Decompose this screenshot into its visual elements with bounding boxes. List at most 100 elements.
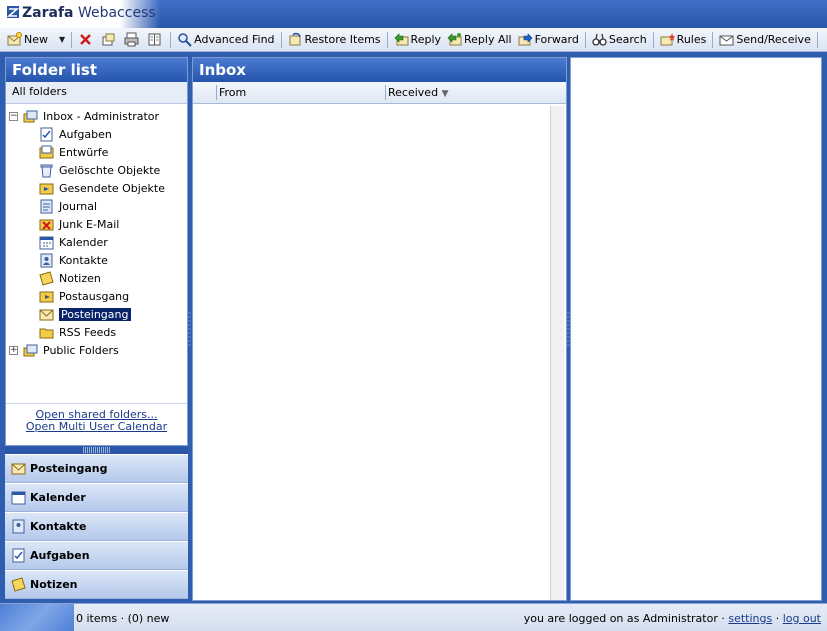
collapse-icon[interactable]: − — [9, 111, 18, 121]
send-receive-label: Send/Receive — [736, 33, 811, 46]
expand-icon[interactable]: + — [9, 345, 18, 355]
reply-all-icon — [447, 33, 462, 46]
toolbar-divider — [386, 31, 388, 48]
tasks-icon — [40, 127, 53, 141]
restore-icon — [289, 32, 301, 46]
folder-label: Notizen — [59, 271, 101, 285]
shortcut-label: Kontakte — [30, 520, 87, 533]
folder-item-gesendete[interactable]: Gesendete Objekte — [6, 179, 187, 197]
tasks-icon — [12, 548, 25, 563]
folder-label: Gesendete Objekte — [59, 181, 166, 195]
shortcut-notizen[interactable]: Notizen — [5, 570, 188, 599]
folder-label: RSS Feeds — [59, 325, 117, 339]
column-from[interactable]: From — [219, 86, 246, 99]
folder-icon — [39, 328, 54, 338]
folder-item-postausgang[interactable]: Postausgang — [6, 287, 187, 305]
advanced-find-button[interactable]: Advanced Find — [174, 30, 277, 50]
address-book-button[interactable] — [144, 30, 167, 50]
resize-grip-handle[interactable]: |||||||||||||| — [5, 447, 188, 454]
inbox-panel: Inbox From Received ▼ — [192, 57, 567, 601]
status-decoration — [0, 604, 74, 631]
logo-area: Zarafa Webaccess — [0, 0, 160, 28]
folder-item-entwuerfe[interactable]: Entwürfe — [6, 143, 187, 161]
folder-label: Public Folders — [43, 343, 119, 357]
print-button[interactable] — [121, 30, 144, 50]
public-folders-icon — [23, 344, 38, 356]
printer-icon — [124, 32, 139, 47]
folder-item-notizen[interactable]: Notizen — [6, 269, 187, 287]
forward-button[interactable]: Forward — [515, 30, 582, 50]
message-list-scrollbar[interactable] — [550, 106, 564, 600]
reply-button[interactable]: Reply — [391, 30, 444, 50]
toolbar-divider — [712, 31, 714, 48]
folder-item-geloeschte[interactable]: Gelöschte Objekte — [6, 161, 187, 179]
open-multi-user-calendar-link[interactable]: Open Multi User Calendar — [6, 421, 187, 433]
message-list-header: From Received ▼ — [193, 82, 566, 104]
folder-label: Junk E-Mail — [59, 217, 120, 231]
shortcut-kontakte[interactable]: Kontakte — [5, 512, 188, 541]
logo-brand: Zarafa — [22, 5, 74, 21]
column-received[interactable]: Received ▼ — [388, 86, 448, 99]
calendar-icon — [11, 491, 26, 505]
reply-all-button[interactable]: Reply All — [444, 30, 515, 50]
folder-item-kontakte[interactable]: Kontakte — [6, 251, 187, 269]
sent-items-icon — [39, 183, 54, 194]
new-dropdown-button[interactable]: ▼ — [51, 30, 68, 50]
folder-item-kalender[interactable]: Kalender — [6, 233, 187, 251]
folder-label: Inbox - Administrator — [43, 109, 160, 123]
inbox-title: Inbox — [193, 58, 566, 82]
folder-list-panel: Folder list All folders − Inbox - Admini… — [5, 57, 188, 446]
folder-item-junk[interactable]: Junk E-Mail — [6, 215, 187, 233]
toolbar-divider — [170, 31, 172, 48]
logo-product: Webaccess — [77, 5, 156, 21]
inbox-icon — [39, 309, 54, 320]
copy-move-button[interactable] — [98, 30, 121, 50]
reply-all-label: Reply All — [464, 33, 512, 46]
column-received-label: Received — [388, 86, 439, 99]
separator-dot: · — [775, 612, 780, 625]
folder-item-aufgaben[interactable]: Aufgaben — [6, 125, 187, 143]
folder-links: Open shared folders... Open Multi User C… — [6, 403, 187, 433]
restore-items-button[interactable]: Restore Items — [285, 30, 384, 50]
restore-items-label: Restore Items — [304, 33, 381, 46]
session-info: you are logged on as Administrator · set… — [524, 612, 821, 625]
folder-label: Entwürfe — [59, 145, 109, 159]
new-mail-icon — [7, 32, 22, 46]
app-logo: Zarafa Webaccess — [6, 5, 156, 21]
delete-button[interactable] — [75, 30, 98, 50]
notes-icon — [39, 270, 54, 286]
calendar-icon — [39, 236, 54, 249]
delete-icon — [80, 34, 92, 45]
chevron-down-icon: ▼ — [59, 35, 66, 44]
address-book-icon — [148, 33, 161, 46]
column-divider — [385, 85, 386, 100]
shortcut-kalender[interactable]: Kalender — [5, 483, 188, 512]
new-button[interactable]: New — [4, 30, 51, 50]
shortcut-posteingang[interactable]: Posteingang — [5, 454, 188, 483]
folder-item-posteingang[interactable]: Posteingang — [6, 305, 187, 323]
folder-item-journal[interactable]: Journal — [6, 197, 187, 215]
search-button[interactable]: Search — [589, 30, 650, 50]
folder-item-public[interactable]: + Public Folders — [6, 341, 187, 359]
inbox-icon — [11, 463, 26, 475]
toolbar-divider — [71, 31, 73, 48]
outbox-icon — [39, 291, 54, 302]
rules-button[interactable]: Rules — [657, 30, 710, 50]
folder-item-rss[interactable]: RSS Feeds — [6, 323, 187, 341]
settings-link[interactable]: settings — [728, 612, 772, 625]
logout-link[interactable]: log out — [783, 612, 821, 625]
forward-icon — [518, 33, 533, 46]
left-splitter-handle[interactable] — [188, 312, 191, 346]
shortcut-aufgaben[interactable]: Aufgaben — [5, 541, 188, 570]
shortcut-label: Notizen — [30, 578, 78, 591]
zarafa-logo-icon — [6, 6, 20, 18]
folder-label: Kalender — [59, 235, 108, 249]
send-receive-button[interactable]: Send/Receive — [716, 30, 813, 50]
shortcut-label: Posteingang — [30, 462, 108, 475]
toolbar-divider — [816, 31, 818, 48]
folder-item-inbox-root[interactable]: − Inbox - Administrator — [6, 107, 187, 125]
magnifier-icon — [178, 33, 192, 47]
preview-pane — [570, 57, 822, 601]
rules-label: Rules — [676, 33, 707, 46]
send-receive-icon — [719, 35, 734, 46]
